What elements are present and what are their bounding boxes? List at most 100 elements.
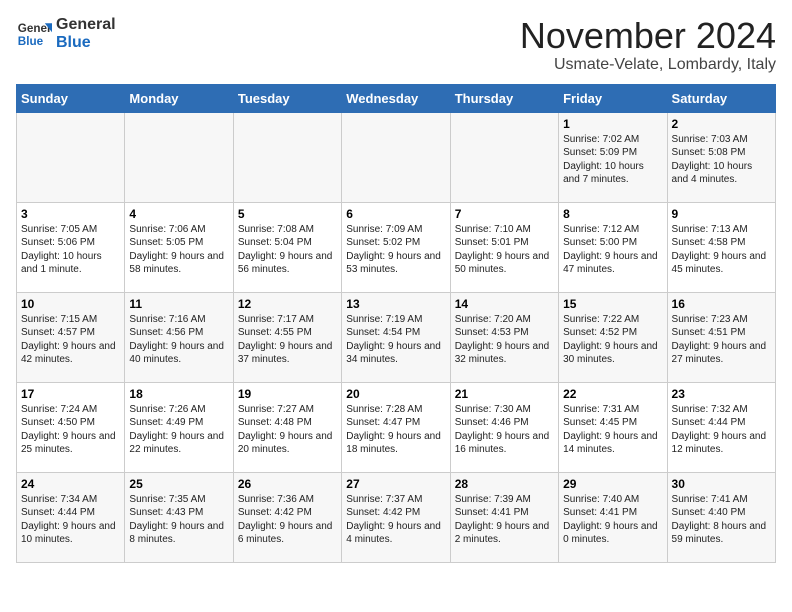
calendar-cell: 21 Sunrise: 7:30 AM Sunset: 4:46 PM Dayli… bbox=[450, 382, 558, 472]
day-info: Sunrise: 7:23 AM Sunset: 4:51 PM Dayligh… bbox=[672, 313, 771, 367]
day-info: Sunrise: 7:03 AM Sunset: 5:08 PM Dayligh… bbox=[672, 133, 771, 187]
day-info: Sunrise: 7:17 AM Sunset: 4:55 PM Dayligh… bbox=[238, 313, 337, 367]
day-info: Sunrise: 7:28 AM Sunset: 4:47 PM Dayligh… bbox=[346, 403, 445, 457]
calendar-cell: 28 Sunrise: 7:39 AM Sunset: 4:41 PM Dayli… bbox=[450, 472, 558, 562]
day-number: 11 bbox=[129, 297, 228, 311]
day-number: 5 bbox=[238, 207, 337, 221]
day-number: 2 bbox=[672, 117, 771, 131]
calendar-cell: 14 Sunrise: 7:20 AM Sunset: 4:53 PM Dayli… bbox=[450, 292, 558, 382]
calendar-week-row: 17Sunrise: 7:24 AM Sunset: 4:50 PM Dayli… bbox=[17, 382, 776, 472]
day-info: Sunrise: 7:13 AM Sunset: 4:58 PM Dayligh… bbox=[672, 223, 771, 277]
day-number: 14 bbox=[455, 297, 554, 311]
header-saturday: Saturday bbox=[667, 84, 775, 112]
day-info: Sunrise: 7:09 AM Sunset: 5:02 PM Dayligh… bbox=[346, 223, 445, 277]
header-wednesday: Wednesday bbox=[342, 84, 450, 112]
day-number: 26 bbox=[238, 477, 337, 491]
calendar-cell: 7 Sunrise: 7:10 AM Sunset: 5:01 PM Daylig… bbox=[450, 202, 558, 292]
day-info: Sunrise: 7:41 AM Sunset: 4:40 PM Dayligh… bbox=[672, 493, 771, 547]
day-number: 12 bbox=[238, 297, 337, 311]
calendar-cell: 13Sunrise: 7:19 AM Sunset: 4:54 PM Dayli… bbox=[342, 292, 450, 382]
day-info: Sunrise: 7:35 AM Sunset: 4:43 PM Dayligh… bbox=[129, 493, 228, 547]
title-block: November 2024 Usmate-Velate, Lombardy, I… bbox=[520, 16, 776, 74]
calendar-cell: 9Sunrise: 7:13 AM Sunset: 4:58 PM Daylig… bbox=[667, 202, 775, 292]
day-number: 28 bbox=[455, 477, 554, 491]
page-header: General Blue General Blue November 2024 … bbox=[16, 16, 776, 74]
day-info: Sunrise: 7:39 AM Sunset: 4:41 PM Dayligh… bbox=[455, 493, 554, 547]
day-number: 24 bbox=[21, 477, 120, 491]
calendar-week-row: 3 Sunrise: 7:05 AM Sunset: 5:06 PM Daylig… bbox=[17, 202, 776, 292]
calendar-cell: 4Sunrise: 7:06 AM Sunset: 5:05 PM Daylig… bbox=[125, 202, 233, 292]
calendar-cell: 27 Sunrise: 7:37 AM Sunset: 4:42 PM Dayli… bbox=[342, 472, 450, 562]
header-tuesday: Tuesday bbox=[233, 84, 341, 112]
day-number: 3 bbox=[21, 207, 120, 221]
day-number: 16 bbox=[672, 297, 771, 311]
day-info: Sunrise: 7:36 AM Sunset: 4:42 PM Dayligh… bbox=[238, 493, 337, 547]
day-number: 6 bbox=[346, 207, 445, 221]
day-number: 25 bbox=[129, 477, 228, 491]
day-number: 10 bbox=[21, 297, 120, 311]
calendar-header-row: SundayMondayTuesdayWednesdayThursdayFrid… bbox=[17, 84, 776, 112]
calendar-cell: 19Sunrise: 7:27 AM Sunset: 4:48 PM Dayli… bbox=[233, 382, 341, 472]
header-friday: Friday bbox=[559, 84, 667, 112]
day-number: 23 bbox=[672, 387, 771, 401]
calendar-cell: 11 Sunrise: 7:16 AM Sunset: 4:56 PM Dayli… bbox=[125, 292, 233, 382]
calendar-cell: 1 Sunrise: 7:02 AM Sunset: 5:09 PM Daylig… bbox=[559, 112, 667, 202]
day-number: 4 bbox=[129, 207, 228, 221]
calendar-cell: 8Sunrise: 7:12 AM Sunset: 5:00 PM Daylig… bbox=[559, 202, 667, 292]
day-info: Sunrise: 7:20 AM Sunset: 4:53 PM Dayligh… bbox=[455, 313, 554, 367]
calendar-cell: 16 Sunrise: 7:23 AM Sunset: 4:51 PM Dayli… bbox=[667, 292, 775, 382]
day-number: 27 bbox=[346, 477, 445, 491]
day-number: 20 bbox=[346, 387, 445, 401]
day-info: Sunrise: 7:12 AM Sunset: 5:00 PM Dayligh… bbox=[563, 223, 662, 277]
calendar-week-row: 24 Sunrise: 7:34 AM Sunset: 4:44 PM Dayli… bbox=[17, 472, 776, 562]
day-info: Sunrise: 7:32 AM Sunset: 4:44 PM Dayligh… bbox=[672, 403, 771, 457]
day-info: Sunrise: 7:10 AM Sunset: 5:01 PM Dayligh… bbox=[455, 223, 554, 277]
header-thursday: Thursday bbox=[450, 84, 558, 112]
calendar-cell: 25 Sunrise: 7:35 AM Sunset: 4:43 PM Dayli… bbox=[125, 472, 233, 562]
calendar-cell: 6 Sunrise: 7:09 AM Sunset: 5:02 PM Daylig… bbox=[342, 202, 450, 292]
logo-icon: General Blue bbox=[16, 16, 52, 52]
calendar-cell: 15 Sunrise: 7:22 AM Sunset: 4:52 PM Dayli… bbox=[559, 292, 667, 382]
calendar-table: SundayMondayTuesdayWednesdayThursdayFrid… bbox=[16, 84, 776, 563]
day-number: 22 bbox=[563, 387, 662, 401]
day-number: 21 bbox=[455, 387, 554, 401]
calendar-cell: 24 Sunrise: 7:34 AM Sunset: 4:44 PM Dayli… bbox=[17, 472, 125, 562]
month-title: November 2024 bbox=[520, 16, 776, 56]
calendar-cell bbox=[125, 112, 233, 202]
day-number: 1 bbox=[563, 117, 662, 131]
calendar-cell: 18Sunrise: 7:26 AM Sunset: 4:49 PM Dayli… bbox=[125, 382, 233, 472]
location: Usmate-Velate, Lombardy, Italy bbox=[520, 56, 776, 74]
day-info: Sunrise: 7:02 AM Sunset: 5:09 PM Dayligh… bbox=[563, 133, 662, 187]
calendar-cell bbox=[17, 112, 125, 202]
calendar-week-row: 1 Sunrise: 7:02 AM Sunset: 5:09 PM Daylig… bbox=[17, 112, 776, 202]
day-info: Sunrise: 7:34 AM Sunset: 4:44 PM Dayligh… bbox=[21, 493, 120, 547]
header-monday: Monday bbox=[125, 84, 233, 112]
calendar-week-row: 10Sunrise: 7:15 AM Sunset: 4:57 PM Dayli… bbox=[17, 292, 776, 382]
day-info: Sunrise: 7:24 AM Sunset: 4:50 PM Dayligh… bbox=[21, 403, 120, 457]
calendar-cell bbox=[450, 112, 558, 202]
day-info: Sunrise: 7:30 AM Sunset: 4:46 PM Dayligh… bbox=[455, 403, 554, 457]
calendar-cell: 3 Sunrise: 7:05 AM Sunset: 5:06 PM Daylig… bbox=[17, 202, 125, 292]
calendar-cell: 5 Sunrise: 7:08 AM Sunset: 5:04 PM Daylig… bbox=[233, 202, 341, 292]
calendar-cell: 12 Sunrise: 7:17 AM Sunset: 4:55 PM Dayli… bbox=[233, 292, 341, 382]
day-info: Sunrise: 7:26 AM Sunset: 4:49 PM Dayligh… bbox=[129, 403, 228, 457]
day-info: Sunrise: 7:16 AM Sunset: 4:56 PM Dayligh… bbox=[129, 313, 228, 367]
day-info: Sunrise: 7:22 AM Sunset: 4:52 PM Dayligh… bbox=[563, 313, 662, 367]
day-info: Sunrise: 7:05 AM Sunset: 5:06 PM Dayligh… bbox=[21, 223, 120, 277]
day-number: 13 bbox=[346, 297, 445, 311]
calendar-cell bbox=[233, 112, 341, 202]
day-info: Sunrise: 7:40 AM Sunset: 4:41 PM Dayligh… bbox=[563, 493, 662, 547]
day-number: 30 bbox=[672, 477, 771, 491]
day-info: Sunrise: 7:08 AM Sunset: 5:04 PM Dayligh… bbox=[238, 223, 337, 277]
calendar-cell: 26 Sunrise: 7:36 AM Sunset: 4:42 PM Dayli… bbox=[233, 472, 341, 562]
calendar-cell: 17Sunrise: 7:24 AM Sunset: 4:50 PM Dayli… bbox=[17, 382, 125, 472]
day-number: 15 bbox=[563, 297, 662, 311]
day-number: 7 bbox=[455, 207, 554, 221]
day-info: Sunrise: 7:37 AM Sunset: 4:42 PM Dayligh… bbox=[346, 493, 445, 547]
calendar-cell: 20 Sunrise: 7:28 AM Sunset: 4:47 PM Dayli… bbox=[342, 382, 450, 472]
header-sunday: Sunday bbox=[17, 84, 125, 112]
calendar-cell: 10Sunrise: 7:15 AM Sunset: 4:57 PM Dayli… bbox=[17, 292, 125, 382]
logo: General Blue General Blue bbox=[16, 16, 116, 52]
day-number: 29 bbox=[563, 477, 662, 491]
svg-text:Blue: Blue bbox=[18, 35, 44, 48]
